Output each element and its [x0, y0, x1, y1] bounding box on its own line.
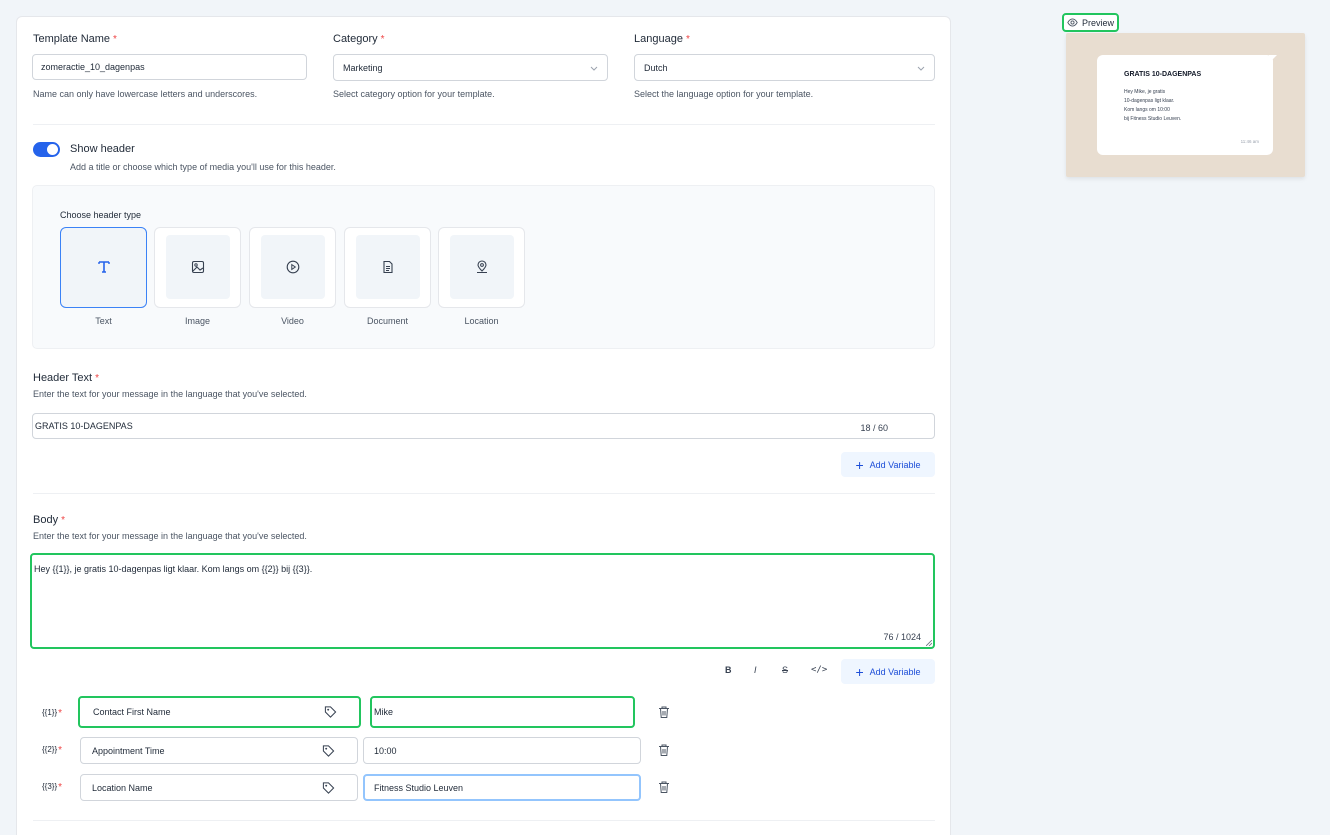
tile-inner: [356, 235, 420, 299]
header-type-image[interactable]: [154, 227, 241, 308]
preview-title: GRATIS 10-DAGENPAS: [1124, 71, 1202, 78]
show-header-label: Show header: [70, 143, 135, 155]
message-preview-panel: GRATIS 10-DAGENPAS Hey Mike, je gratis 1…: [1066, 33, 1305, 177]
variable-3-field-select[interactable]: Location Name: [80, 774, 358, 801]
tag-icon[interactable]: [324, 706, 337, 719]
text-icon: [98, 261, 110, 273]
delete-variable-1-icon[interactable]: [657, 705, 671, 719]
eye-icon: [1067, 18, 1078, 27]
variable-3-field-value: Location Name: [92, 782, 153, 793]
bubble-tail: [1269, 55, 1277, 63]
template-name-help: Name can only have lowercase letters and…: [33, 89, 258, 99]
variable-2-sample-input[interactable]: 10:00: [363, 737, 641, 764]
italic-button[interactable]: I: [754, 665, 757, 675]
chevron-down-icon: [590, 66, 598, 71]
preview-body: Hey Mike, je gratis 10-dagenpas ligt kla…: [1124, 89, 1182, 122]
preview-time: 11:46 am: [1240, 139, 1259, 144]
header-type-image-label: Image: [184, 316, 210, 326]
header-text-input[interactable]: GRATIS 10-DAGENPAS 18 / 60: [32, 413, 935, 439]
body-add-variable-button[interactable]: + Add Variable: [841, 659, 935, 684]
header-add-variable-button[interactable]: + Add Variable: [841, 452, 935, 477]
preview-button[interactable]: Preview: [1062, 13, 1119, 32]
language-help: Select the language option for your temp…: [634, 89, 814, 99]
body-counter: 76 / 1024: [883, 632, 921, 642]
tile-inner: [166, 235, 230, 299]
header-type-location-label: Location: [464, 316, 499, 326]
header-type-document-label: Document: [366, 316, 409, 326]
tag-icon[interactable]: [322, 781, 335, 794]
variable-3-sample-input[interactable]: Fitness Studio Leuven: [363, 774, 641, 801]
header-text-label: Header Text *: [33, 372, 100, 384]
template-name-input[interactable]: zomeractie_10_dagenpas: [32, 54, 307, 80]
resize-handle-icon[interactable]: [926, 640, 932, 646]
variable-2-field-value: Appointment Time: [92, 745, 165, 756]
message-bubble: GRATIS 10-DAGENPAS Hey Mike, je gratis 1…: [1097, 55, 1277, 155]
toggle-knob: [47, 144, 58, 155]
template-form-card: Template Name * zomeractie_10_dagenpas Na…: [16, 16, 951, 835]
language-label: Language *: [634, 33, 690, 45]
add-variable-label: Add Variable: [869, 459, 921, 470]
divider: [33, 124, 935, 125]
tile-inner: [261, 235, 325, 299]
divider: [33, 820, 935, 821]
show-header-toggle[interactable]: [33, 142, 60, 157]
delete-variable-2-icon[interactable]: [657, 743, 671, 757]
chevron-down-icon: [917, 66, 925, 71]
variable-3-sample-value: Fitness Studio Leuven: [374, 782, 464, 793]
body-label: Body *: [33, 514, 65, 526]
template-name-label: Template Name *: [33, 33, 117, 45]
variable-1-sample-value: Mike: [374, 707, 394, 717]
tile-inner: [72, 235, 136, 299]
delete-variable-3-icon[interactable]: [657, 780, 671, 794]
code-button[interactable]: </>: [811, 665, 827, 675]
plus-icon: +: [855, 456, 864, 473]
tag-icon[interactable]: [322, 744, 335, 757]
tile-inner: [450, 235, 514, 299]
strikethrough-button[interactable]: S: [782, 665, 788, 675]
header-type-text[interactable]: [60, 227, 147, 308]
language-select[interactable]: Dutch: [634, 54, 935, 81]
variable-2-sample-value: 10:00: [374, 745, 397, 756]
header-type-video[interactable]: [249, 227, 336, 308]
video-icon: [286, 260, 300, 274]
language-value: Dutch: [644, 62, 668, 73]
show-header-help: Add a title or choose which type of medi…: [70, 162, 336, 172]
variable-1-field-value: Contact First Name: [93, 707, 171, 717]
bold-button[interactable]: B: [725, 665, 732, 675]
variable-2-tag: {{2}}*: [42, 745, 63, 756]
variable-2-field-select[interactable]: Appointment Time: [80, 737, 358, 764]
header-type-video-label: Video: [281, 316, 304, 326]
plus-icon: +: [855, 663, 864, 680]
header-type-document[interactable]: [344, 227, 431, 308]
header-type-label: Choose header type: [60, 210, 142, 220]
template-name-value: zomeractie_10_dagenpas: [41, 62, 145, 72]
divider: [33, 493, 935, 494]
body-textarea[interactable]: Hey {{1}}, je gratis 10-dagenpas ligt kl…: [30, 553, 935, 649]
header-text-value: GRATIS 10-DAGENPAS: [35, 421, 133, 431]
image-icon: [191, 260, 205, 274]
category-value: Marketing: [343, 62, 383, 73]
body-help: Enter the text for your message in the l…: [33, 531, 307, 541]
category-help: Select category option for your template…: [333, 89, 495, 99]
header-text-help: Enter the text for your message in the l…: [33, 389, 307, 399]
location-pin-icon: [477, 260, 487, 273]
category-select[interactable]: Marketing: [333, 54, 608, 81]
header-text-counter: 18 / 60: [860, 423, 888, 433]
variable-1-field-select[interactable]: Contact First Name: [78, 696, 361, 728]
add-variable-label: Add Variable: [869, 666, 921, 677]
category-label: Category *: [333, 33, 385, 45]
preview-button-label: Preview: [1081, 17, 1114, 28]
header-type-text-label: Text: [95, 316, 112, 326]
variable-1-tag: {{1}}*: [42, 708, 63, 719]
variable-3-tag: {{3}}*: [42, 782, 63, 793]
header-type-location[interactable]: [438, 227, 525, 308]
document-icon: [383, 260, 393, 274]
variable-1-sample-input[interactable]: Mike: [370, 696, 635, 728]
body-value: Hey {{1}}, je gratis 10-dagenpas ligt kl…: [34, 564, 313, 574]
